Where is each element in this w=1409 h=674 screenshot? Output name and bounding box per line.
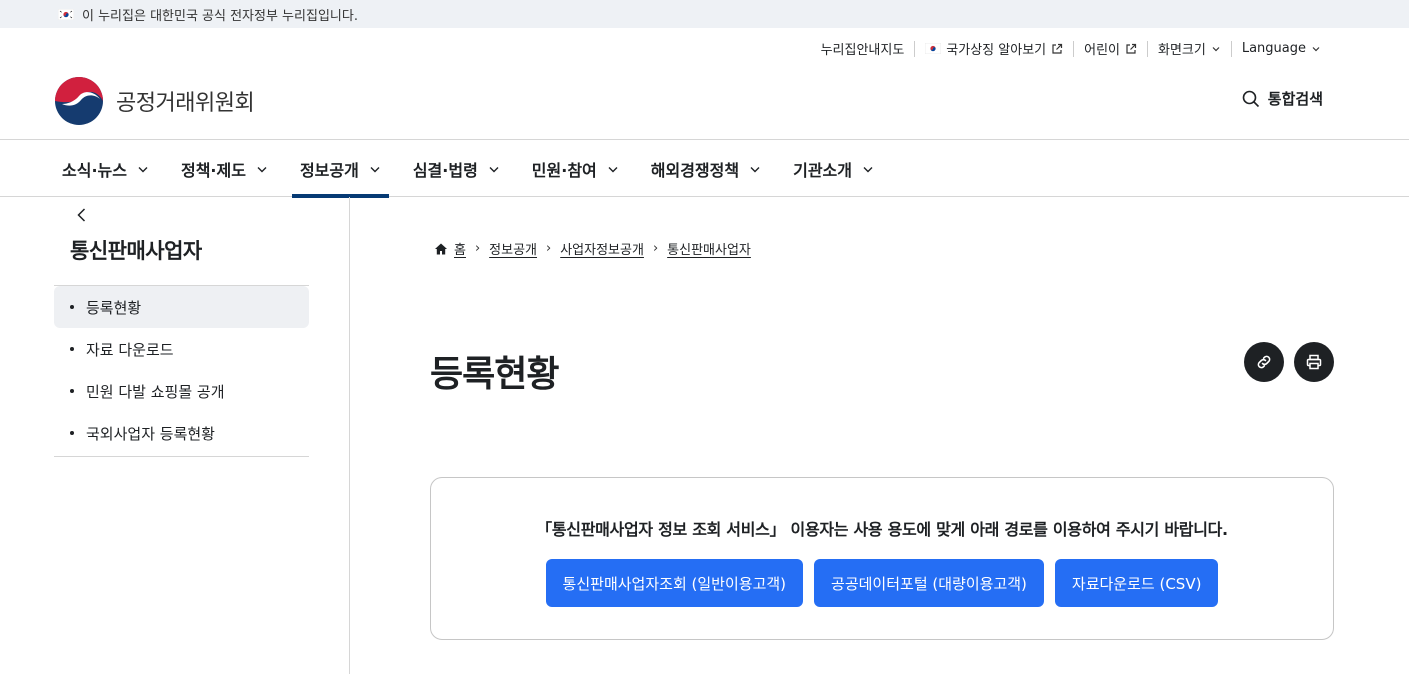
util-kids-link[interactable]: 어린이 xyxy=(1074,39,1147,58)
global-nav: 소식·뉴스 정책·제도 정보공개 심결·법령 민원·참여 해외경쟁정책 기관소개 xyxy=(0,140,1409,198)
gnb-item-civil[interactable]: 민원·참여 xyxy=(524,140,627,197)
search-icon xyxy=(1242,90,1259,107)
gnb-item-label: 해외경쟁정책 xyxy=(650,160,740,180)
side-nav-item-foreign-registration[interactable]: 국외사업자 등록현황 xyxy=(54,412,309,454)
chevron-down-icon xyxy=(1212,46,1220,51)
gnb-item-label: 민원·참여 xyxy=(531,160,597,180)
home-icon xyxy=(435,243,447,254)
bullet-icon xyxy=(70,389,74,393)
util-sitemap-link[interactable]: 누리집안내지도 xyxy=(811,39,915,58)
util-language-dropdown[interactable]: Language xyxy=(1232,41,1331,56)
util-national-symbol-link[interactable]: 국가상징 알아보기 xyxy=(915,39,1073,58)
chevron-right-icon: › xyxy=(546,241,552,256)
side-nav-item-label: 국외사업자 등록현황 xyxy=(86,424,215,443)
gov-banner: 이 누리집은 대한민국 공식 전자정부 누리집입니다. xyxy=(0,0,1409,28)
utility-bar: 누리집안내지도 국가상징 알아보기 어린이 화면크기 Language xyxy=(0,28,1409,70)
service-button-row: 통신판매사업자조회 (일반이용고객) 공공데이터포털 (대량이용고객) 자료다운… xyxy=(431,559,1333,607)
side-nav-item-download[interactable]: 자료 다운로드 xyxy=(54,328,309,370)
site-header: 공정거래위원회 통합검색 xyxy=(0,70,1409,140)
site-logo[interactable]: 공정거래위원회 xyxy=(54,76,255,126)
side-nav-item-registration-status[interactable]: 등록현황 xyxy=(54,286,309,328)
util-font-size-label: 화면크기 xyxy=(1158,43,1206,58)
gnb-item-decisions[interactable]: 심결·법령 xyxy=(405,140,508,197)
external-link-icon xyxy=(1126,43,1137,54)
chevron-right-icon: › xyxy=(652,241,659,256)
gnb-item-label: 정보공개 xyxy=(299,160,359,180)
integrated-search-button[interactable]: 통합검색 xyxy=(1242,88,1323,109)
util-font-size-dropdown[interactable]: 화면크기 xyxy=(1148,39,1231,58)
site-name: 공정거래위원회 xyxy=(116,91,255,116)
bullet-icon xyxy=(70,431,74,435)
chevron-down-icon xyxy=(863,166,873,172)
public-data-portal-button[interactable]: 공공데이터포털 (대량이용고객) xyxy=(814,559,1044,607)
breadcrumb-business-info[interactable]: 사업자정보공개 xyxy=(560,239,644,258)
page-tools xyxy=(1244,342,1334,382)
gnb-item-info-disclosure[interactable]: 정보공개 xyxy=(291,140,389,198)
copy-link-button[interactable] xyxy=(1244,342,1284,382)
side-nav-item-label: 민원 다발 쇼핑몰 공개 xyxy=(86,382,225,401)
chevron-down-icon xyxy=(257,166,267,172)
gnb-item-overseas[interactable]: 해외경쟁정책 xyxy=(643,140,769,197)
mail-order-lookup-button[interactable]: 통신판매사업자조회 (일반이용고객) xyxy=(545,559,804,607)
divider xyxy=(349,197,350,674)
gnb-item-about[interactable]: 기관소개 xyxy=(785,140,882,197)
government-emblem-icon xyxy=(55,77,103,125)
flag-icon xyxy=(925,43,942,54)
page-title: 등록현황 xyxy=(430,354,559,395)
flag-icon xyxy=(58,8,74,20)
content-area: 통신판매사업자 등록현황 자료 다운로드 민원 다발 쇼핑몰 공개 국외사업자 … xyxy=(0,197,1409,674)
side-nav-menu: 등록현황 자료 다운로드 민원 다발 쇼핑몰 공개 국외사업자 등록현황 xyxy=(54,285,309,457)
util-sitemap-label: 누리집안내지도 xyxy=(820,43,905,58)
link-icon xyxy=(1257,355,1271,369)
util-language-label: Language xyxy=(1241,41,1306,56)
service-notice-box: 「통신판매사업자 정보 조회 서비스」 이용자는 사용 용도에 맞게 아래 경로… xyxy=(430,477,1334,640)
util-national-symbol-label: 국가상징 알아보기 xyxy=(946,43,1047,58)
chevron-down-icon xyxy=(750,166,760,172)
breadcrumb-info-disclosure[interactable]: 정보공개 xyxy=(489,239,537,258)
breadcrumb: 홈 › 정보공개 › 사업자정보공개 › 통신판매사업자 xyxy=(434,239,751,258)
chevron-down-icon xyxy=(138,166,148,172)
csv-download-button[interactable]: 자료다운로드 (CSV) xyxy=(1054,559,1219,607)
chevron-down-icon xyxy=(489,166,499,172)
side-nav-item-complaint-malls[interactable]: 민원 다발 쇼핑몰 공개 xyxy=(54,370,309,412)
breadcrumb-mail-order[interactable]: 통신판매사업자 xyxy=(667,239,751,258)
print-icon xyxy=(1306,354,1322,370)
search-label: 통합검색 xyxy=(1267,90,1323,108)
side-nav-item-label: 등록현황 xyxy=(86,298,142,317)
side-nav-title: 통신판매사업자 xyxy=(70,239,202,263)
bullet-icon xyxy=(70,347,74,351)
gnb-item-label: 심결·법령 xyxy=(412,160,478,180)
gnb-item-policy[interactable]: 정책·제도 xyxy=(173,140,276,197)
gnb-item-label: 소식·뉴스 xyxy=(62,160,127,180)
chevron-down-icon xyxy=(1312,46,1320,51)
service-notice-text: 「통신판매사업자 정보 조회 서비스」 이용자는 사용 용도에 맞게 아래 경로… xyxy=(536,520,1228,539)
gnb-item-label: 정책·제도 xyxy=(180,160,246,180)
bullet-icon xyxy=(70,305,74,309)
side-nav-item-label: 자료 다운로드 xyxy=(86,340,174,359)
external-link-icon xyxy=(1052,43,1063,54)
gnb-item-news[interactable]: 소식·뉴스 xyxy=(54,140,157,197)
gov-banner-text: 이 누리집은 대한민국 공식 전자정부 누리집입니다. xyxy=(82,8,358,24)
print-button[interactable] xyxy=(1294,342,1334,382)
breadcrumb-home[interactable]: 홈 xyxy=(454,239,466,258)
chevron-left-icon[interactable] xyxy=(72,205,92,225)
util-kids-label: 어린이 xyxy=(1084,43,1120,58)
chevron-down-icon xyxy=(370,166,380,172)
chevron-down-icon xyxy=(608,166,618,172)
gnb-item-label: 기관소개 xyxy=(793,160,852,180)
chevron-right-icon: › xyxy=(474,241,481,256)
